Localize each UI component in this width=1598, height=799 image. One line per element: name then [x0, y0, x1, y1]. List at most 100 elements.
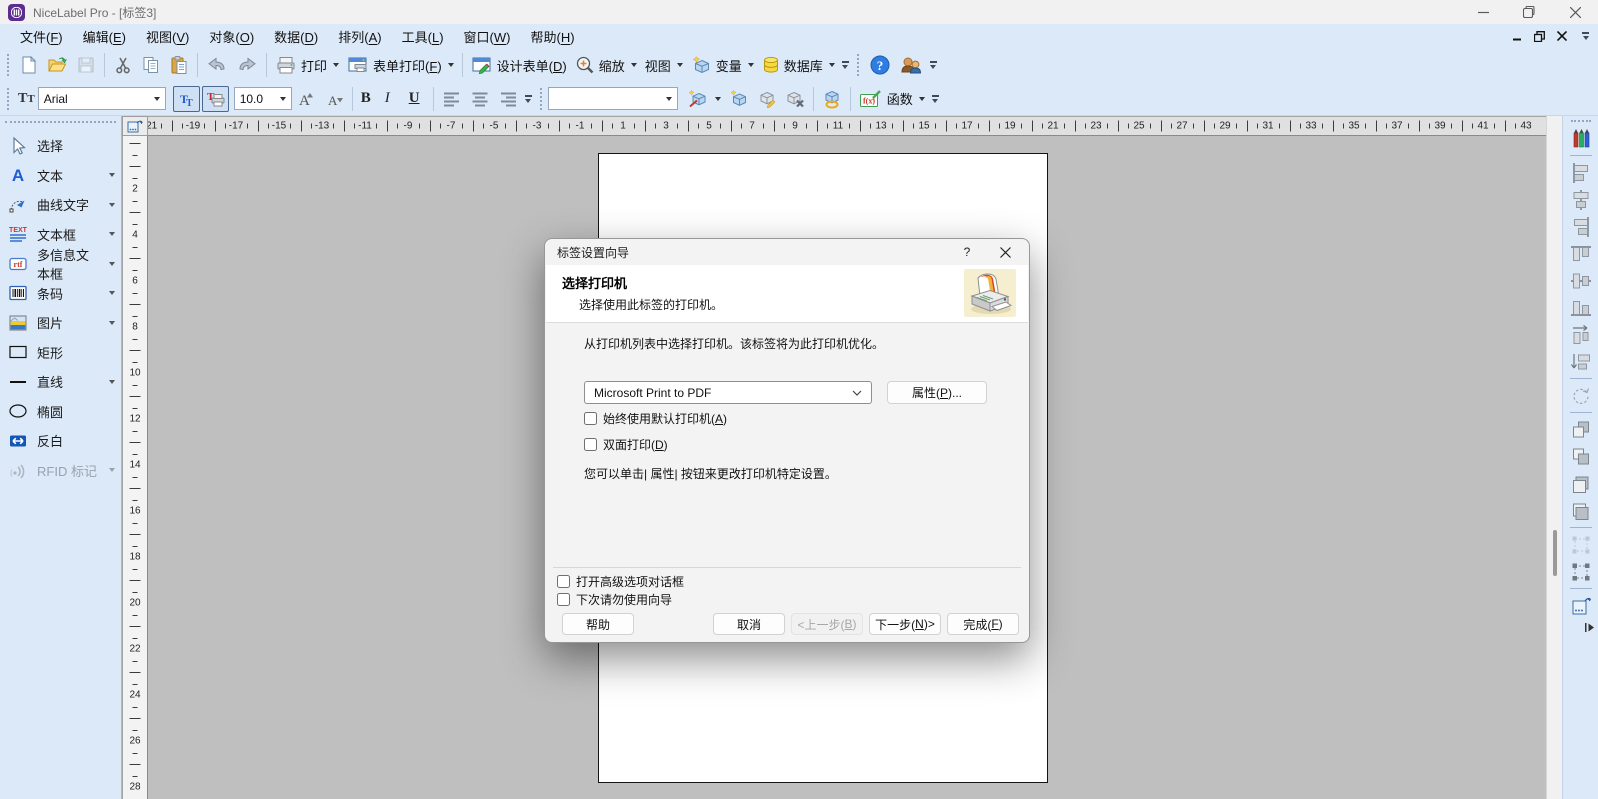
chevron-down-icon[interactable] [447, 63, 454, 67]
close-icon[interactable] [1552, 0, 1598, 24]
resize-to-content-button[interactable] [1567, 592, 1595, 619]
align-right-button[interactable] [494, 88, 522, 110]
tool-ellipse[interactable]: 椭圆 [0, 397, 121, 427]
function-button[interactable]: f(x) 函数 [855, 86, 929, 112]
variable-combobox[interactable] [547, 87, 678, 110]
chevron-down-icon[interactable] [109, 320, 115, 325]
distribute-horizontal-button[interactable] [1567, 321, 1595, 348]
tool-inverse[interactable]: 反白 [0, 426, 121, 456]
mdi-restore-icon[interactable] [1534, 30, 1545, 42]
toolbar-expand-icon[interactable] [1585, 623, 1595, 632]
toolbar-grip[interactable] [539, 87, 543, 110]
copy-button[interactable] [137, 52, 165, 78]
bring-forward-button[interactable] [1567, 470, 1595, 497]
toolbar-grip[interactable] [7, 54, 10, 76]
chevron-down-icon[interactable] [109, 261, 115, 266]
chevron-down-icon[interactable] [109, 232, 115, 237]
distribute-vertical-button[interactable] [1567, 348, 1595, 375]
open-button[interactable] [43, 52, 72, 78]
send-backward-button[interactable] [1567, 497, 1595, 524]
bring-to-front-button[interactable] [1567, 416, 1595, 443]
checkbox-icon[interactable] [557, 593, 570, 606]
chevron-down-icon[interactable] [153, 96, 160, 101]
chevron-down-icon[interactable] [109, 291, 115, 296]
bold-button[interactable]: B [357, 87, 381, 110]
vertical-scrollbar[interactable] [1546, 116, 1562, 799]
dialog-close-icon[interactable] [989, 241, 1021, 263]
toolbar-grip[interactable] [7, 87, 10, 110]
tool-barcode[interactable]: 条码 [0, 279, 121, 309]
checkbox-no-wizard[interactable]: 下次请勿使用向导 [557, 591, 672, 608]
checkbox-icon[interactable] [584, 438, 597, 451]
menu-edit[interactable]: 编辑(E) [73, 24, 136, 49]
tool-rectangle[interactable]: 矩形 [0, 338, 121, 368]
cancel-button[interactable]: 取消 [713, 613, 785, 635]
italic-button[interactable]: I [381, 87, 405, 110]
zoom-button[interactable]: 缩放 [571, 52, 641, 78]
toolbar-overflow-icon[interactable] [932, 95, 939, 103]
ungroup-button[interactable] [1567, 558, 1595, 585]
increase-font-button[interactable]: A [292, 86, 320, 112]
toolbox-grip[interactable] [5, 121, 116, 123]
align-center-button[interactable] [466, 88, 494, 110]
checkbox-icon[interactable] [557, 575, 570, 588]
printer-select[interactable]: Microsoft Print to PDF [584, 381, 872, 404]
toolbar-overflow-icon[interactable] [930, 61, 937, 69]
menu-tools[interactable]: 工具(L) [392, 24, 454, 49]
link-variable-button[interactable] [818, 86, 846, 112]
truetype-filter-toggle[interactable]: TT [172, 85, 200, 112]
chevron-down-icon[interactable] [333, 63, 340, 67]
menu-view[interactable]: 视图(V) [136, 24, 199, 49]
mdi-minimize-icon[interactable] [1513, 32, 1522, 41]
align-top-edges-button[interactable] [1567, 240, 1595, 267]
variable-button[interactable]: 变量 [687, 52, 758, 78]
help-button[interactable]: 帮助 [562, 613, 634, 635]
font-name-combobox[interactable]: Arial [37, 87, 166, 110]
scrollbar-thumb[interactable] [1553, 530, 1557, 576]
tool-rich-text-box[interactable]: rtf 多信息文本框 [0, 248, 121, 282]
checkbox-icon[interactable] [584, 412, 597, 425]
cut-button[interactable] [109, 52, 137, 78]
chevron-down-icon[interactable] [630, 63, 637, 67]
tool-text[interactable]: A 文本 [0, 161, 121, 191]
paste-button[interactable] [165, 52, 193, 78]
mdi-close-icon[interactable] [1557, 31, 1567, 41]
design-markers-button[interactable] [1567, 125, 1595, 152]
printer-properties-button[interactable]: 属性(P)... [887, 381, 987, 404]
chevron-down-icon[interactable] [109, 379, 115, 384]
tool-curved-text[interactable]: 曲线文字 [0, 190, 121, 220]
align-left-button[interactable] [438, 88, 466, 110]
align-left-edges-button[interactable] [1567, 159, 1595, 186]
menu-data[interactable]: 数据(D) [264, 24, 328, 49]
menu-window[interactable]: 窗口(W) [454, 24, 521, 49]
toolbar-grip[interactable] [1570, 120, 1591, 122]
view-button[interactable]: 视图 [641, 53, 687, 78]
help-button[interactable]: ? [865, 51, 895, 79]
variable-wizard-button[interactable] [683, 86, 725, 112]
align-right-edges-button[interactable] [1567, 213, 1595, 240]
menu-object[interactable]: 对象(O) [199, 24, 264, 49]
toolbar-overflow-icon[interactable] [525, 95, 532, 103]
next-button[interactable]: 下一步(N)> [869, 613, 941, 635]
chevron-down-icon[interactable] [109, 173, 115, 178]
edit-variable-button[interactable] [753, 86, 781, 112]
print-button[interactable]: 打印 [271, 52, 343, 78]
toolbar-grip[interactable] [856, 54, 860, 76]
font-size-combobox[interactable]: 10.0 [233, 87, 292, 110]
chevron-down-icon[interactable] [918, 96, 925, 101]
database-button[interactable]: 数据库 [758, 52, 839, 78]
toolbar-overflow-icon[interactable] [842, 61, 849, 69]
chevron-down-icon[interactable] [676, 63, 683, 67]
design-form-button[interactable]: 设计表单(D) [467, 52, 571, 78]
dialog-help-icon[interactable]: ? [951, 241, 983, 263]
users-button[interactable] [895, 51, 927, 79]
undo-button[interactable] [202, 52, 232, 78]
tool-select[interactable]: 选择 [0, 131, 121, 161]
new-document-button[interactable] [15, 52, 43, 78]
minimize-icon[interactable] [1460, 0, 1506, 24]
checkbox-advanced-options[interactable]: 打开高级选项对话框 [557, 573, 684, 590]
checkbox-duplex[interactable]: 双面打印(D) [584, 436, 668, 453]
save-button[interactable] [72, 52, 100, 78]
chevron-down-icon[interactable] [109, 202, 115, 207]
menu-arrange[interactable]: 排列(A) [328, 24, 391, 49]
